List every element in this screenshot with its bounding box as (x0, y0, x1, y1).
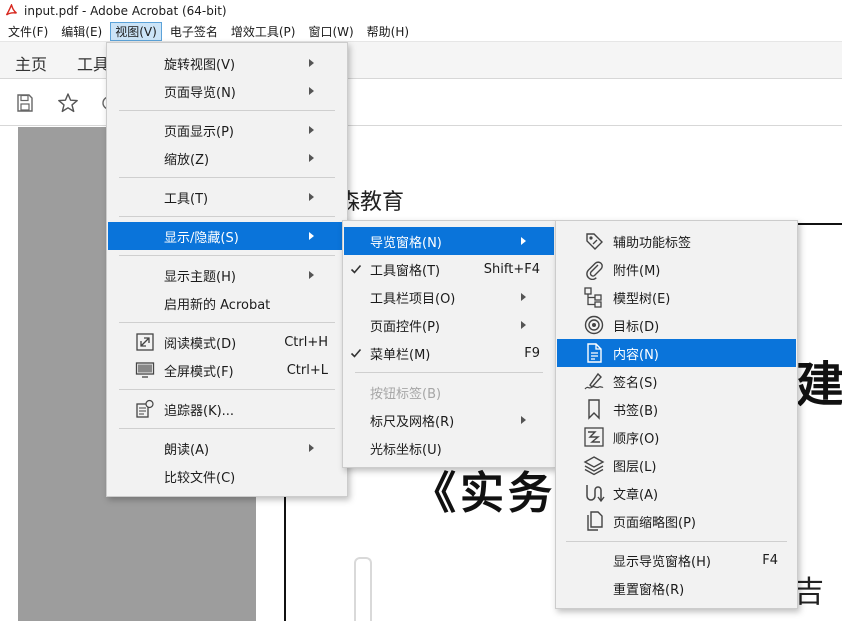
star-icon[interactable] (55, 90, 81, 116)
menu-item-order[interactable]: 顺序(O) (557, 423, 796, 451)
title-bar: input.pdf - Adobe Acrobat (64-bit) (0, 0, 842, 21)
menu-item-read-mode[interactable]: 阅读模式(D) Ctrl+H (108, 328, 346, 356)
menu-view[interactable]: 视图(V) (110, 21, 162, 41)
page-subtitle-char: 吉 (794, 575, 824, 610)
menu-esign[interactable]: 电子签名 (165, 22, 223, 41)
menu-item-cursor-coords[interactable]: 光标坐标(U) (344, 434, 554, 462)
acrobat-logo-icon (4, 4, 18, 18)
tab-tools[interactable]: 工具 (77, 51, 109, 75)
signature-pen-icon (583, 370, 605, 392)
menu-separator (119, 389, 335, 390)
read-mode-icon (134, 331, 156, 353)
submenu-arrow-icon (309, 126, 314, 134)
menu-separator (119, 110, 335, 111)
menu-item-rulers-grids[interactable]: 标尺及网格(R) (344, 406, 554, 434)
menu-item-rotate-view[interactable]: 旋转视图(V) (108, 49, 346, 77)
target-icon (583, 314, 605, 336)
checkmark-icon (350, 264, 362, 274)
order-icon (583, 426, 605, 448)
submenu-arrow-icon (309, 87, 314, 95)
menu-item-attachments[interactable]: 附件(M) (557, 255, 796, 283)
menu-plugins[interactable]: 增效工具(P) (226, 22, 301, 41)
nav-panes-submenu: 辅助功能标签 附件(M) 模型树(E) 目标(D) 内容(N) 签名(S) 书签… (555, 220, 798, 609)
menu-item-compare-files[interactable]: 比较文件(C) (108, 462, 346, 490)
menu-separator (119, 177, 335, 178)
menu-item-layers[interactable]: 图层(L) (557, 451, 796, 479)
page-illustration (354, 557, 372, 621)
save-icon[interactable] (12, 90, 38, 116)
menu-item-tools[interactable]: 工具(T) (108, 183, 346, 211)
model-tree-icon (583, 286, 605, 308)
menu-window[interactable]: 窗口(W) (303, 22, 358, 41)
menu-item-show-nav-pane[interactable]: 显示导览窗格(H) F4 (557, 546, 796, 574)
paperclip-icon (583, 258, 605, 280)
menu-item-model-tree[interactable]: 模型树(E) (557, 283, 796, 311)
submenu-arrow-icon (309, 59, 314, 67)
submenu-arrow-icon (521, 321, 526, 329)
menu-item-read-aloud[interactable]: 朗读(A) (108, 434, 346, 462)
full-screen-icon (134, 359, 156, 381)
menu-item-page-thumbnails[interactable]: 页面缩略图(P) (557, 507, 796, 535)
menu-separator (119, 255, 335, 256)
tag-icon (583, 230, 605, 252)
menu-separator (119, 428, 335, 429)
submenu-arrow-icon (309, 232, 314, 240)
submenu-arrow-icon (309, 271, 314, 279)
menu-item-signatures[interactable]: 签名(S) (557, 367, 796, 395)
bookmark-icon (583, 398, 605, 420)
content-icon (583, 342, 605, 364)
menu-separator (355, 372, 543, 373)
menu-item-new-acrobat[interactable]: 启用新的 Acrobat (108, 289, 346, 317)
view-menu: 旋转视图(V) 页面导览(N) 页面显示(P) 缩放(Z) 工具(T) 显示/隐… (106, 42, 348, 497)
menu-item-theme[interactable]: 显示主题(H) (108, 261, 346, 289)
submenu-arrow-icon (521, 416, 526, 424)
menu-separator (119, 322, 335, 323)
menu-item-articles[interactable]: 文章(A) (557, 479, 796, 507)
menu-item-reset-panes[interactable]: 重置窗格(R) (557, 574, 796, 602)
submenu-arrow-icon (309, 193, 314, 201)
menu-item-page-controls[interactable]: 页面控件(P) (344, 311, 554, 339)
checkmark-icon (350, 348, 362, 358)
menu-file[interactable]: 文件(F) (3, 22, 53, 41)
menu-item-toolbar-items[interactable]: 工具栏项目(O) (344, 283, 554, 311)
show-hide-submenu: 导览窗格(N) 工具窗格(T) Shift+F4 工具栏项目(O) 页面控件(P… (342, 220, 556, 468)
submenu-arrow-icon (309, 444, 314, 452)
menu-item-show-hide[interactable]: 显示/隐藏(S) (108, 222, 346, 250)
tracker-icon (134, 398, 156, 420)
menu-item-bookmarks[interactable]: 书签(B) (557, 395, 796, 423)
menu-item-accessibility-tags[interactable]: 辅助功能标签 (557, 227, 796, 255)
menu-item-page-nav[interactable]: 页面导览(N) (108, 77, 346, 105)
window-title: input.pdf - Adobe Acrobat (64-bit) (24, 3, 227, 18)
menu-item-content[interactable]: 内容(N) (557, 339, 796, 367)
menu-item-menu-bar[interactable]: 菜单栏(M) F9 (344, 339, 554, 367)
layers-icon (583, 454, 605, 476)
menu-bar: 文件(F) 编辑(E) 视图(V) 电子签名 增效工具(P) 窗口(W) 帮助(… (0, 21, 842, 42)
page-title-char: 建 (796, 357, 842, 413)
tab-home[interactable]: 主页 (15, 51, 47, 75)
article-flow-icon (583, 482, 605, 504)
menu-item-page-display[interactable]: 页面显示(P) (108, 116, 346, 144)
menu-item-tracker[interactable]: 追踪器(K)... (108, 395, 346, 423)
menu-edit[interactable]: 编辑(E) (56, 22, 107, 41)
page-thumbnails-icon (583, 510, 605, 532)
menu-item-nav-panes[interactable]: 导览窗格(N) (344, 227, 554, 255)
menu-item-full-screen[interactable]: 全屏模式(F) Ctrl+L (108, 356, 346, 384)
menu-separator (566, 541, 787, 542)
menu-item-tools-pane[interactable]: 工具窗格(T) Shift+F4 (344, 255, 554, 283)
submenu-arrow-icon (521, 237, 526, 245)
menu-help[interactable]: 帮助(H) (362, 22, 414, 41)
menu-separator (119, 216, 335, 217)
menu-item-zoom[interactable]: 缩放(Z) (108, 144, 346, 172)
submenu-arrow-icon (521, 293, 526, 301)
menu-item-button-labels: 按钮标签(B) (370, 386, 442, 402)
submenu-arrow-icon (309, 154, 314, 162)
left-panel (0, 127, 18, 621)
menu-item-destinations[interactable]: 目标(D) (557, 311, 796, 339)
